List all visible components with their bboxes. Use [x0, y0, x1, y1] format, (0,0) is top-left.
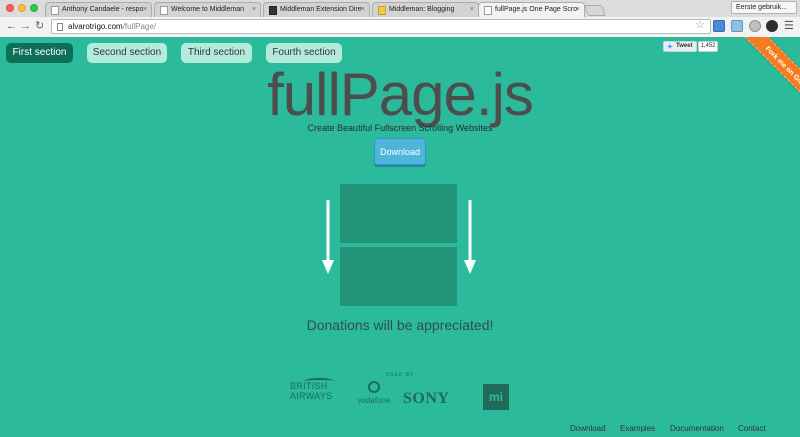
new-tab-button[interactable]	[583, 5, 607, 16]
mi-logo: mi	[483, 384, 509, 410]
illustration-panel-top	[340, 184, 457, 243]
tweet-label: Tweet	[676, 43, 693, 49]
browser-tab[interactable]: Welcome to Middleman ×	[154, 2, 261, 17]
menu-icon[interactable]: ☰	[784, 19, 794, 32]
tab-title: fullPage.js One Page Scro	[495, 6, 578, 13]
page-icon	[51, 6, 59, 15]
illustration-panel-bottom	[340, 247, 457, 306]
page-title: fullPage.js	[267, 61, 534, 128]
profile-button[interactable]: Eerste gebruik...	[731, 1, 797, 14]
browser-tab[interactable]: Middleman: Blogging ×	[372, 2, 479, 17]
tweet-button[interactable]: ✦ Tweet	[663, 41, 697, 52]
zoom-window-button[interactable]	[30, 4, 38, 12]
browser-tab-active[interactable]: fullPage.js One Page Scro ×	[478, 2, 585, 17]
page-subtitle: Create Beautiful Fullscreen Scrolling We…	[307, 123, 493, 133]
middleman-icon	[269, 6, 277, 15]
used-by-label: USED BY	[385, 372, 415, 378]
logo-text: AIRWAYS	[290, 391, 333, 401]
footer-link-documentation[interactable]: Documentation	[670, 424, 724, 433]
url-path: /fullPage/	[122, 22, 157, 31]
tab-title: Anthony Candaele - respo	[62, 6, 144, 13]
blog-icon	[378, 6, 386, 15]
footer-link-contact[interactable]: Contact	[738, 424, 766, 433]
close-tab-icon[interactable]: ×	[361, 6, 365, 13]
address-bar[interactable]: alvarotrigo.com/fullPage/	[51, 19, 711, 34]
browser-tab[interactable]: Anthony Candaele - respo ×	[45, 2, 152, 17]
url-domain: alvarotrigo.com	[68, 22, 123, 31]
twitter-bird-icon: ✦	[667, 44, 673, 51]
logo-text: vodafone	[357, 396, 391, 405]
extension-icon[interactable]	[766, 20, 778, 32]
footer-link-download[interactable]: Download	[570, 424, 606, 433]
download-button[interactable]: Download	[374, 138, 426, 165]
bookmark-star-icon[interactable]: ☆	[695, 18, 705, 31]
close-window-button[interactable]	[6, 4, 14, 12]
vodafone-speechmark-icon	[368, 381, 380, 393]
minimize-window-button[interactable]	[18, 4, 26, 12]
page-icon	[160, 6, 168, 15]
browser-tab[interactable]: Middleman Extension Dire ×	[263, 2, 370, 17]
extension-icon[interactable]	[749, 20, 761, 32]
british-airways-logo: BRITISH AIRWAYS	[290, 378, 340, 411]
extension-icon[interactable]	[731, 20, 743, 32]
forward-icon[interactable]: →	[20, 20, 31, 32]
sony-logo: SONY	[403, 390, 450, 407]
donation-text: Donations will be appreciated!	[306, 317, 494, 333]
page-icon	[484, 6, 492, 15]
back-icon[interactable]: ←	[6, 20, 17, 32]
down-arrow-icon	[322, 200, 334, 274]
tab-title: Middleman Extension Dire	[280, 6, 362, 13]
close-tab-icon[interactable]: ×	[143, 6, 147, 13]
down-arrow-icon	[464, 200, 476, 274]
vodafone-logo: vodafone	[352, 381, 396, 413]
extension-icon[interactable]	[713, 20, 725, 32]
tab-title: Welcome to Middleman	[171, 6, 245, 13]
tab-title: Middleman: Blogging	[389, 6, 455, 13]
footer-link-examples[interactable]: Examples	[620, 424, 655, 433]
browser-chrome: Anthony Candaele - respo × Welcome to Mi…	[0, 0, 800, 37]
swoosh-icon	[304, 378, 334, 384]
reload-icon[interactable]: ↻	[35, 20, 44, 32]
browser-toolbar: ← → ↻ alvarotrigo.com/fullPage/ ☆ ☰	[0, 17, 800, 37]
tab-strip: Anthony Candaele - respo × Welcome to Mi…	[0, 0, 800, 17]
close-tab-icon[interactable]: ×	[470, 6, 474, 13]
close-tab-icon[interactable]: ×	[252, 6, 256, 13]
page-icon	[57, 23, 63, 31]
close-tab-icon[interactable]: ×	[576, 6, 580, 13]
